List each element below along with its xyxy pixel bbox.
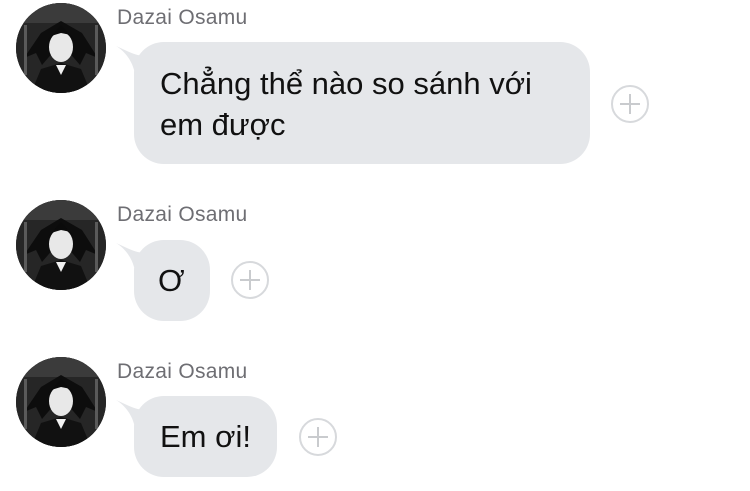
add-reaction-button[interactable]: [231, 261, 269, 299]
message-text-line: em được: [160, 107, 286, 142]
add-reaction-button[interactable]: [299, 418, 337, 456]
avatar[interactable]: [16, 3, 106, 93]
message-bubble[interactable]: Em ơi!: [134, 396, 277, 477]
avatar-image: [16, 3, 106, 93]
sender-name: Dazai Osamu: [117, 203, 248, 226]
message-group: Dazai Osamu Ơ: [0, 197, 750, 327]
add-reaction-button[interactable]: [611, 85, 649, 123]
message-bubble[interactable]: Chẳng thể nào so sánh với em được: [134, 42, 590, 164]
avatar-image: [16, 200, 106, 290]
avatar[interactable]: [16, 200, 106, 290]
message-group: Dazai Osamu Em ơi!: [0, 354, 750, 491]
message-text: Ơ: [158, 263, 185, 298]
sender-name: Dazai Osamu: [117, 360, 248, 383]
avatar-image: [16, 357, 106, 447]
message-text-line: Chẳng thể nào so sánh với: [160, 66, 532, 101]
message-group: Dazai Osamu Chẳng thể nào so sánh với em…: [0, 0, 750, 170]
avatar[interactable]: [16, 357, 106, 447]
message-bubble[interactable]: Ơ: [134, 240, 210, 321]
message-text: Em ơi!: [160, 419, 251, 454]
sender-name: Dazai Osamu: [117, 6, 248, 29]
